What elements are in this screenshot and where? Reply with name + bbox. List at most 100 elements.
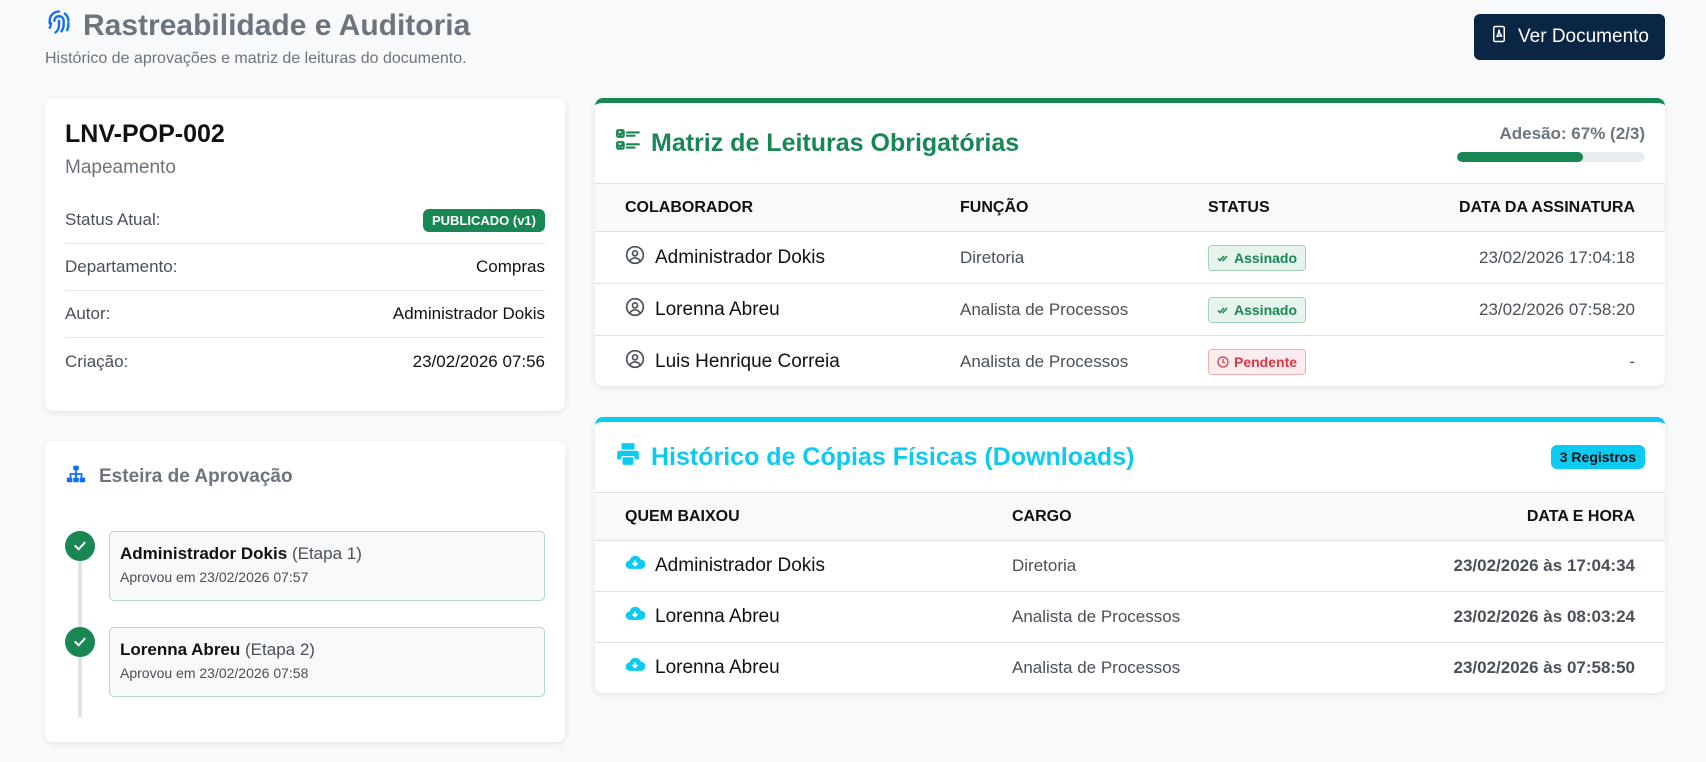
status-row: Status Atual: PUBLICADO (v1) (65, 197, 545, 244)
approval-step-name: Lorenna Abreu (120, 640, 241, 659)
reading-matrix-card: Matriz de Leituras Obrigatórias Adesão: … (595, 98, 1665, 386)
created-label: Criação: (65, 351, 129, 371)
status-badge: PUBLICADO (v1) (422, 208, 545, 232)
history-header-row: QUEM BAIXOU CARGO DATA E HORA (595, 492, 1665, 541)
history-header: Histórico de Cópias Físicas (Downloads) … (595, 422, 1665, 492)
table-row: Lorenna Abreu Analista de Processos 23/0… (595, 643, 1665, 694)
approval-step-date: Aprovou em 23/02/2026 07:58 (120, 665, 309, 681)
signature-date: - (1629, 351, 1635, 371)
document-info-card: LNV-POP-002 Mapeamento Status Atual: PUB… (45, 98, 565, 411)
printer-icon (615, 441, 641, 474)
page-header: Rastreabilidade e Auditoria Histórico de… (45, 8, 1665, 68)
column-header: DATA E HORA (1313, 492, 1665, 541)
column-header: FUNÇÃO (930, 183, 1178, 232)
approval-step-box: Administrador Dokis (Etapa 1) Aprovou em… (109, 531, 545, 601)
collaborator-name: Luis Henrique Correia (655, 350, 840, 372)
download-date: 23/02/2026 às 17:04:34 (1313, 540, 1665, 592)
collaborator-role: Analista de Processos (960, 351, 1129, 371)
author-value: Administrador Dokis (392, 304, 545, 323)
signature-date: 23/02/2026 17:04:18 (1373, 231, 1665, 284)
column-header: CARGO (982, 492, 1314, 541)
status-text: Pendente (1234, 353, 1298, 370)
history-table: QUEM BAIXOU CARGO DATA E HORA Administra… (595, 492, 1665, 693)
adherence-progress-bar (1457, 152, 1645, 162)
author-row: Autor: Administrador Dokis (65, 291, 545, 338)
approval-title-text: Esteira de Aprovação (99, 466, 293, 487)
page-subtitle: Histórico de aprovações e matriz de leit… (45, 50, 467, 67)
downloader-name: Lorenna Abreu (655, 657, 780, 679)
approval-step-box: Lorenna Abreu (Etapa 2) Aprovou em 23/02… (109, 627, 545, 697)
history-title-text: Histórico de Cópias Físicas (Downloads) (651, 442, 1135, 471)
double-check-icon (1217, 255, 1228, 262)
status-badge: Pendente (1208, 348, 1307, 375)
department-label: Departamento: (65, 257, 178, 276)
downloader-role: Analista de Processos (982, 591, 1314, 643)
status-text: Assinado (1234, 301, 1298, 318)
document-code: LNV-POP-002 (65, 120, 225, 148)
check-icon (65, 627, 95, 657)
approval-step-name: Administrador Dokis (120, 544, 288, 563)
adherence-indicator: Adesão: 67% (2/3) (1457, 124, 1645, 162)
view-document-button[interactable]: Ver Documento (1474, 14, 1665, 60)
collaborator-name: Lorenna Abreu (655, 298, 780, 320)
approval-card: Esteira de Aprovação Administrador Dokis… (45, 441, 565, 742)
column-header: DATA DA ASSINATURA (1373, 183, 1665, 232)
cloud-download-icon (625, 604, 646, 630)
records-count-badge: 3 Registros (1550, 445, 1645, 469)
table-row: Lorenna Abreu Analista de Processos Assi… (595, 283, 1665, 336)
downloader-name: Lorenna Abreu (655, 606, 780, 627)
approval-step-stage: (Etapa 1) (291, 544, 362, 563)
check-icon (65, 531, 95, 561)
approval-step-date: Aprovou em 23/02/2026 07:57 (120, 569, 309, 585)
column-header: COLABORADOR (595, 183, 930, 232)
downloader-name: Administrador Dokis (655, 555, 825, 576)
downloader-role: Analista de Processos (1012, 658, 1181, 678)
history-title: Histórico de Cópias Físicas (Downloads) (615, 441, 1134, 474)
user-circle-icon (625, 297, 645, 323)
status-badge: Assinado (1208, 244, 1307, 271)
collaborator-role: Analista de Processos (930, 283, 1178, 336)
author-label: Autor: (65, 304, 111, 323)
matrix-header-row: COLABORADOR FUNÇÃO STATUS DATA DA ASSINA… (595, 183, 1665, 232)
double-check-icon (1217, 307, 1228, 314)
sitemap-icon (65, 463, 87, 491)
downloader-role: Diretoria (982, 540, 1314, 592)
approval-timeline: Administrador Dokis (Etapa 1) Aprovou em… (65, 531, 545, 717)
file-pdf-icon (1490, 25, 1508, 49)
download-date: 23/02/2026 às 07:58:50 (1453, 658, 1636, 678)
list-check-icon (615, 127, 641, 160)
matrix-table: COLABORADOR FUNÇÃO STATUS DATA DA ASSINA… (595, 183, 1665, 386)
matrix-title: Matriz de Leituras Obrigatórias (615, 127, 1019, 160)
column-header: QUEM BAIXOU (595, 492, 982, 541)
adherence-label: Adesão: 67% (2/3) (1499, 124, 1646, 143)
column-header: STATUS (1178, 183, 1374, 232)
download-history-card: Histórico de Cópias Físicas (Downloads) … (595, 417, 1665, 693)
user-circle-icon (625, 349, 645, 375)
adherence-progress-fill (1457, 152, 1583, 162)
cloud-download-icon (625, 553, 646, 579)
approval-step-stage: (Etapa 2) (245, 640, 315, 659)
fingerprint-icon (45, 8, 73, 44)
approval-step: Administrador Dokis (Etapa 1) Aprovou em… (65, 531, 545, 601)
table-row: Administrador Dokis Diretoria Assinado 2… (595, 231, 1665, 284)
table-row: Luis Henrique Correia Analista de Proces… (595, 336, 1665, 387)
department-value: Compras (476, 257, 545, 276)
download-date: 23/02/2026 às 08:03:24 (1313, 591, 1665, 643)
department-row: Departamento: Compras (65, 244, 545, 291)
matrix-title-text: Matriz de Leituras Obrigatórias (651, 128, 1020, 157)
clock-icon (1217, 356, 1229, 368)
cloud-download-icon (625, 655, 646, 681)
collaborator-role: Diretoria (930, 231, 1178, 284)
table-row: Administrador Dokis Diretoria 23/02/2026… (595, 540, 1665, 592)
table-row: Lorenna Abreu Analista de Processos 23/0… (595, 591, 1665, 643)
approval-title: Esteira de Aprovação (65, 463, 545, 491)
view-document-label: Ver Documento (1518, 26, 1649, 47)
collaborator-name: Administrador Dokis (655, 246, 825, 268)
signature-date: 23/02/2026 07:58:20 (1373, 283, 1665, 336)
user-circle-icon (625, 245, 645, 271)
page-title: Rastreabilidade e Auditoria (45, 8, 1665, 44)
status-text: Assinado (1234, 249, 1298, 266)
document-name: Mapeamento (65, 157, 176, 178)
status-badge: Assinado (1208, 296, 1307, 323)
created-row: Criação: 23/02/2026 07:56 (65, 338, 545, 385)
